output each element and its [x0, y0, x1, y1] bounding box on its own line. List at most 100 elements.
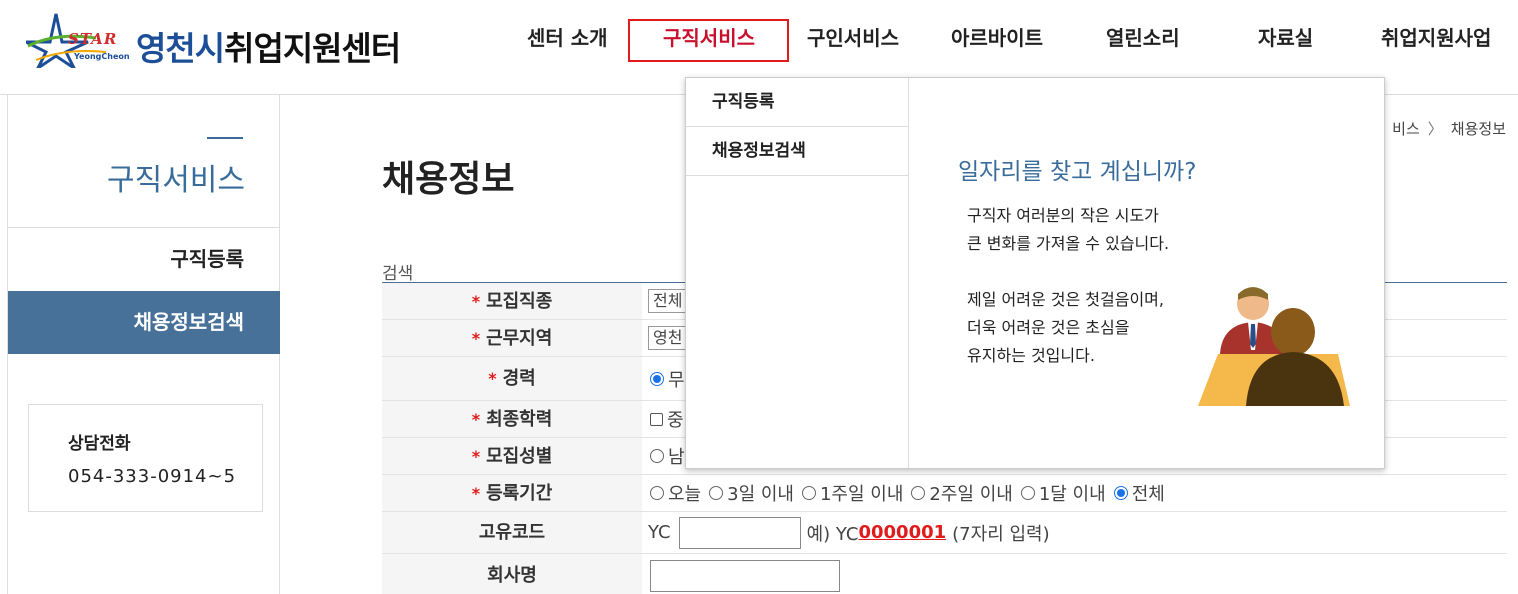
company-name-input[interactable]	[650, 560, 840, 592]
breadcrumb-current: 채용정보	[1450, 120, 1506, 138]
submenu-item-job-registration[interactable]: 구직등록	[686, 78, 908, 127]
required-asterisk-icon: *	[471, 410, 481, 429]
form-label: * 근무지역	[382, 320, 642, 356]
form-label-text: 등록기간	[486, 483, 553, 504]
submenu-message-line: 큰 변화를 가져올 수 있습니다.	[967, 234, 1170, 253]
option-label: 1주일 이내	[819, 484, 904, 505]
submenu-message-line: 구직자 여러분의 작은 시도가	[967, 206, 1159, 225]
form-label-text: 고유코드	[478, 522, 546, 543]
form-label-text: 최종학력	[486, 409, 553, 430]
period-option-today[interactable]: 오늘	[648, 480, 701, 506]
period-option-3days[interactable]: 3일 이내	[707, 480, 794, 506]
required-asterisk-icon: *	[471, 484, 481, 503]
site-logo[interactable]: STAR YeongCheon 영천시취업지원센터	[26, 12, 426, 72]
form-label: * 등록기간	[382, 475, 642, 511]
code-example-prefix: 예) YC	[806, 523, 859, 545]
sidebar-title-accent	[207, 137, 243, 139]
logo-title: 영천시취업지원센터	[136, 22, 401, 70]
option-label: 오늘	[668, 484, 702, 505]
option-label: 중	[667, 410, 684, 431]
period-option-2weeks[interactable]: 2주일 이내	[909, 480, 1013, 506]
career-option[interactable]: 무	[648, 366, 685, 392]
radio-icon	[709, 486, 724, 500]
radio-icon	[650, 486, 664, 500]
sidebar-item-job-search[interactable]: 채용정보검색	[8, 291, 280, 354]
radio-checked-icon	[650, 371, 664, 386]
period-option-all[interactable]: 전체	[1112, 480, 1165, 506]
radio-icon	[1020, 486, 1035, 500]
sidebar-item-job-registration[interactable]: 구직등록	[8, 228, 280, 291]
form-value	[648, 554, 840, 594]
interview-illustration-icon	[1198, 287, 1350, 406]
option-label: 남	[668, 447, 685, 468]
logo-title-center: 취업지원센터	[224, 29, 401, 68]
form-label-text: 회사명	[487, 565, 537, 586]
form-label: * 최종학력	[382, 401, 642, 437]
education-option[interactable]: 중	[648, 406, 684, 432]
page-title: 채용정보	[382, 159, 515, 200]
required-asterisk-icon: *	[471, 329, 481, 348]
period-option-1week[interactable]: 1주일 이내	[800, 480, 903, 506]
form-label-text: 모집직종	[486, 291, 553, 312]
logo-star-text: STAR	[68, 30, 118, 48]
form-label: 회사명	[382, 554, 642, 594]
required-asterisk-icon: *	[471, 292, 481, 311]
form-value: YC 예) YC 0000001 (7자리 입력)	[648, 512, 1050, 553]
nav-part-time[interactable]: 아르바이트	[951, 22, 1043, 51]
option-label: 전체	[1131, 484, 1165, 505]
radio-icon	[650, 449, 664, 463]
form-label: * 모집직종	[382, 283, 642, 319]
form-row-company: 회사명	[382, 554, 1507, 594]
contact-box: 상담전화 054-333-0914~5	[28, 404, 263, 512]
option-label: 2주일 이내	[929, 484, 1013, 505]
nav-center-intro[interactable]: 센터 소개	[527, 22, 608, 51]
period-option-1month[interactable]: 1달 이내	[1019, 480, 1106, 506]
submenu-message-line: 더욱 어려운 것은 초심을	[967, 318, 1130, 337]
nav-employment-support[interactable]: 취업지원사업	[1381, 22, 1491, 51]
nav-employer-service[interactable]: 구인서비스	[807, 22, 899, 51]
option-label: 1달 이내	[1038, 484, 1106, 505]
form-label: * 모집성별	[382, 438, 642, 474]
form-label-text: 모집성별	[486, 446, 553, 467]
search-section-label: 검색	[382, 264, 414, 284]
code-example-link[interactable]: 0000001	[858, 522, 946, 543]
sidebar-title: 구직서비스	[107, 163, 245, 198]
code-input[interactable]	[678, 516, 801, 549]
form-label: * 경력	[382, 357, 642, 400]
submenu-message-line: 유지하는 것입니다.	[967, 346, 1095, 365]
contact-phone: 054-333-0914~5	[68, 466, 237, 487]
nav-archive[interactable]: 자료실	[1258, 22, 1313, 51]
submenu-item-job-search[interactable]: 채용정보검색	[686, 127, 908, 176]
breadcrumb: 비스 〉 채용정보	[1392, 118, 1506, 139]
radio-checked-icon	[1113, 486, 1128, 500]
form-row-code: 고유코드 YC 예) YC 0000001 (7자리 입력)	[382, 512, 1507, 554]
breadcrumb-separator-icon: 〉	[1427, 120, 1443, 138]
required-asterisk-icon: *	[471, 447, 481, 466]
form-label-text: 경력	[502, 368, 536, 389]
form-value: 오늘 3일 이내 1주일 이내 2주일 이내 1달 이내 전체	[648, 475, 1171, 511]
code-example-note: (7자리 입력)	[952, 523, 1050, 545]
required-asterisk-icon: *	[488, 369, 497, 388]
gender-option[interactable]: 남	[648, 443, 685, 469]
logo-title-city: 영천시	[136, 29, 225, 68]
form-value: 중	[648, 401, 690, 437]
code-prefix: YC	[648, 522, 671, 543]
submenu-list: 구직등록 채용정보검색	[686, 78, 909, 468]
radio-icon	[911, 486, 926, 500]
sidebar: 구직서비스 구직등록 채용정보검색 상담전화 054-333-0914~5	[7, 95, 280, 594]
checkbox-icon	[650, 412, 663, 426]
option-label: 무	[668, 369, 685, 391]
nav-open-voice[interactable]: 열린소리	[1106, 22, 1180, 51]
nav-job-seeker-service[interactable]: 구직서비스	[663, 22, 755, 51]
radio-icon	[801, 486, 816, 500]
logo-subtitle: YeongCheon	[74, 52, 130, 61]
submenu-message: 구직자 여러분의 작은 시도가 큰 변화를 가져올 수 있습니다. 제일 어려운…	[967, 202, 1169, 370]
form-row-period: * 등록기간 오늘 3일 이내 1주일 이내 2주일 이내 1달 이내 전체	[382, 475, 1507, 512]
breadcrumb-parent[interactable]: 비스	[1392, 120, 1420, 138]
form-label-text: 근무지역	[486, 328, 553, 349]
submenu-headline: 일자리를 찾고 계십니까?	[958, 159, 1197, 185]
contact-label: 상담전화	[68, 434, 131, 454]
form-label: 고유코드	[382, 512, 642, 553]
submenu-message-line: 제일 어려운 것은 첫걸음이며,	[967, 290, 1164, 309]
